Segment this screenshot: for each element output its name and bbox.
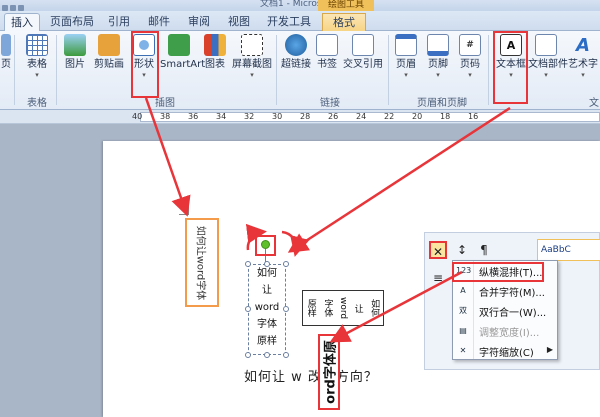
- group-label-header-footer: 页眉和页脚: [417, 98, 467, 109]
- document-parts-icon: [535, 34, 557, 56]
- menu-item-fit-text: ▤ 调整宽度(I)...: [453, 321, 557, 341]
- tab-developer[interactable]: 开发工具: [264, 13, 314, 31]
- screenshot-icon: [241, 34, 263, 56]
- resize-handle[interactable]: [283, 352, 289, 358]
- rotated-text-box[interactable]: 如何让word字体: [185, 218, 219, 307]
- sort-icon[interactable]: ↕: [453, 241, 471, 259]
- header-button[interactable]: 页眉 ▾: [392, 34, 420, 84]
- cross-reference-icon: [352, 34, 374, 56]
- show-marks-icon[interactable]: ¶: [475, 241, 493, 259]
- tab-format[interactable]: 格式: [322, 13, 366, 31]
- fit-text-icon: ▤: [459, 326, 467, 335]
- wordart-button[interactable]: A 艺术字 ▾: [566, 34, 600, 84]
- title-bar: 文档1 - Microsoft Word 绘图工具: [0, 0, 600, 11]
- resize-handle[interactable]: [264, 261, 270, 267]
- resize-handle[interactable]: [283, 306, 289, 312]
- bookmark-icon: [316, 34, 338, 56]
- wordart-icon: A: [576, 34, 590, 56]
- hyperlink-button[interactable]: 超链接: [280, 34, 312, 84]
- resize-handle[interactable]: [245, 261, 251, 267]
- page-icon: [1, 34, 11, 56]
- tab-insert[interactable]: 插入: [4, 13, 40, 31]
- resize-handle[interactable]: [283, 261, 289, 267]
- ribbon: 页 表格 ▾ 表格 图片 剪贴画 形状 ▾ SmartArt 图表 屏幕截图 ▾…: [0, 31, 600, 110]
- group-label-links: 链接: [320, 98, 340, 109]
- table-button[interactable]: 表格 ▾: [22, 34, 52, 84]
- clipart-icon: [98, 34, 120, 56]
- menu-item-two-lines-in-one[interactable]: 双 双行合一(W)...: [453, 301, 557, 321]
- shapes-button-highlight: [131, 31, 159, 98]
- selected-text-box[interactable]: 如何 让 word 字体 原样: [248, 264, 286, 355]
- horizontal-ruler[interactable]: 40 38 36 34 32 30 28 26 24 22 20 18 16: [0, 110, 600, 124]
- smartart-button[interactable]: SmartArt: [160, 34, 205, 84]
- clipart-button[interactable]: 剪贴画: [92, 34, 126, 84]
- resize-handle[interactable]: [245, 306, 251, 312]
- tab-view[interactable]: 视图: [224, 13, 254, 31]
- tab-page-layout[interactable]: 页面布局: [46, 13, 98, 31]
- menu-item-character-scaling[interactable]: ✕ 字符缩放(C) ▶: [453, 341, 557, 361]
- rotated-word-highlight: ord字体原: [318, 334, 340, 410]
- context-tab-group-label: 绘图工具: [318, 0, 374, 11]
- screenshot-button[interactable]: 屏幕截图 ▾: [230, 34, 274, 84]
- document-parts-button[interactable]: 文档部件 ▾: [528, 34, 568, 84]
- submenu-arrow-icon: ▶: [546, 345, 553, 354]
- menu-item-combine-characters[interactable]: A 合并字符(M)...: [453, 281, 557, 301]
- asian-layout-icon[interactable]: ✕: [429, 241, 447, 259]
- footer-button[interactable]: 页脚 ▾: [424, 34, 452, 84]
- group-label-tables: 表格: [27, 98, 47, 109]
- two-lines-icon: 双: [459, 306, 467, 315]
- tab-review[interactable]: 审阅: [184, 13, 214, 31]
- rotation-handle[interactable]: [261, 240, 270, 249]
- vertical-text-box[interactable]: 如何 让 word 字体 原样: [302, 290, 384, 326]
- page-number-button[interactable]: # 页码 ▾: [456, 34, 484, 84]
- ribbon-tabs: 插入 页面布局 引用 邮件 审阅 视图 开发工具 格式: [0, 11, 600, 31]
- paragraph-text: 如何让 w 改变方向？: [244, 370, 378, 385]
- line-spacing-icon[interactable]: ≡: [429, 269, 447, 287]
- style-preview[interactable]: AaBbC: [537, 239, 600, 261]
- header-icon: [395, 34, 417, 56]
- page-button[interactable]: 页: [0, 34, 12, 84]
- group-label-text: 文: [589, 98, 599, 109]
- textbox-button-highlight: [493, 31, 528, 104]
- resize-handle[interactable]: [245, 352, 251, 358]
- chart-button[interactable]: 图表: [202, 34, 228, 84]
- footer-icon: [427, 34, 449, 56]
- menu-item-highlight: [452, 262, 544, 282]
- tab-references[interactable]: 引用: [104, 13, 134, 31]
- globe-link-icon: [285, 34, 307, 56]
- crossref-button[interactable]: 交叉引用: [342, 34, 384, 84]
- resize-handle[interactable]: [264, 352, 270, 358]
- bookmark-button[interactable]: 书签: [314, 34, 340, 84]
- quick-access-toolbar[interactable]: [2, 1, 26, 11]
- tab-mailings[interactable]: 邮件: [144, 13, 174, 31]
- table-icon: [26, 34, 48, 56]
- picture-icon: [64, 34, 86, 56]
- page-number-icon: #: [459, 34, 481, 56]
- combine-characters-icon: A: [460, 286, 466, 295]
- bar-chart-icon: [204, 34, 226, 56]
- picture-button[interactable]: 图片: [62, 34, 88, 84]
- character-scaling-icon: ✕: [459, 346, 467, 355]
- smartart-icon: [168, 34, 190, 56]
